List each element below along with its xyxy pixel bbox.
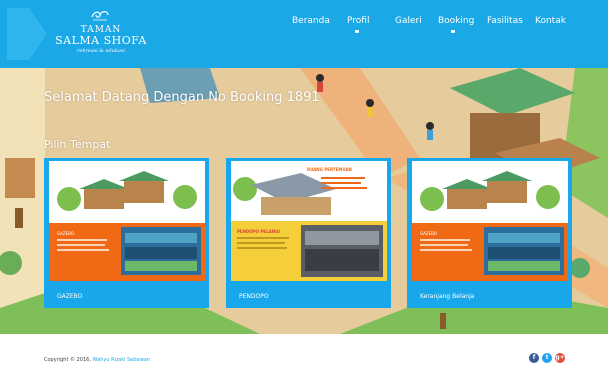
nav-profil[interactable]: Profil [347, 16, 369, 26]
booking-dropdown-indicator [451, 30, 455, 33]
nav-beranda[interactable]: Beranda [292, 16, 330, 26]
copyright-text: Copyright © 2016, Wahyu Rizski Setiawan [44, 357, 150, 363]
card-caption-keranjang-belanja: Keranjang Belanja [420, 293, 475, 300]
twitter-icon[interactable]: t [542, 353, 552, 363]
keranjang-panel-title: GAZEBO [420, 231, 437, 236]
brand-line-2: SALMA SHOFA [55, 34, 147, 47]
author-link[interactable]: Wahyu Rizski Setiawan [93, 357, 151, 363]
place-card-gazebo[interactable]: GAZEBO GAZEBO [44, 158, 209, 308]
pendopo-panel-subtitle: PENDOPO PELANGI [237, 229, 280, 234]
brand-tagline: rekreasi & edukasi [76, 48, 126, 54]
choose-place-label: Pilih Tempat [44, 138, 111, 151]
gazebo-panel-title: GAZEBO [57, 231, 74, 236]
pendopo-panel-title: RUANG PERTEMUAN [307, 167, 352, 172]
gazebo-image: GAZEBO [49, 161, 205, 281]
swirl-icon [91, 11, 109, 21]
nav-booking[interactable]: Booking [438, 16, 474, 26]
place-card-pendopo[interactable]: RUANG PERTEMUAN PENDOPO PELANGI PENDOPO [226, 158, 391, 308]
nav-galeri[interactable]: Galeri [395, 16, 422, 26]
copyright-label: Copyright © 2016, [44, 357, 91, 363]
profil-dropdown-indicator [355, 30, 359, 33]
site-header: TAMAN SALMA SHOFA rekreasi & edukasi Ber… [0, 0, 608, 68]
nav-kontak[interactable]: Kontak [535, 16, 566, 26]
brand-logo[interactable]: TAMAN SALMA SHOFA rekreasi & edukasi [46, 9, 156, 59]
google-plus-icon[interactable]: g+ [555, 353, 565, 363]
hero-section: Selamat Datang Dengan No Booking 1891 Pi… [0, 68, 608, 334]
logo-tab-shape [7, 8, 47, 60]
place-card-keranjang-belanja[interactable]: GAZEBO Keranjang Belanja [407, 158, 572, 308]
welcome-heading: Selamat Datang Dengan No Booking 1891 [44, 90, 320, 105]
card-caption-gazebo: GAZEBO [57, 293, 83, 300]
keranjang-belanja-image: GAZEBO [412, 161, 568, 281]
nav-fasilitas[interactable]: Fasilitas [487, 16, 523, 26]
facebook-icon[interactable]: f [529, 353, 539, 363]
pendopo-image: RUANG PERTEMUAN PENDOPO PELANGI [231, 161, 387, 281]
card-caption-pendopo: PENDOPO [239, 293, 269, 300]
